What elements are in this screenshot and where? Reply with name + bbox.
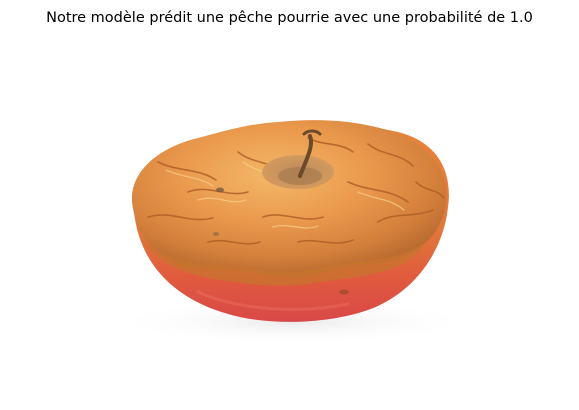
blemish xyxy=(213,232,219,236)
rotten-skin-area xyxy=(131,120,447,278)
figure: Notre modèle prédit une pêche pourrie av… xyxy=(0,0,579,410)
blemish xyxy=(216,187,224,193)
peach-image xyxy=(48,42,535,402)
blemish xyxy=(339,289,349,295)
rotten-peach-illustration xyxy=(108,120,478,344)
figure-title: Notre modèle prédit une pêche pourrie av… xyxy=(46,10,533,26)
